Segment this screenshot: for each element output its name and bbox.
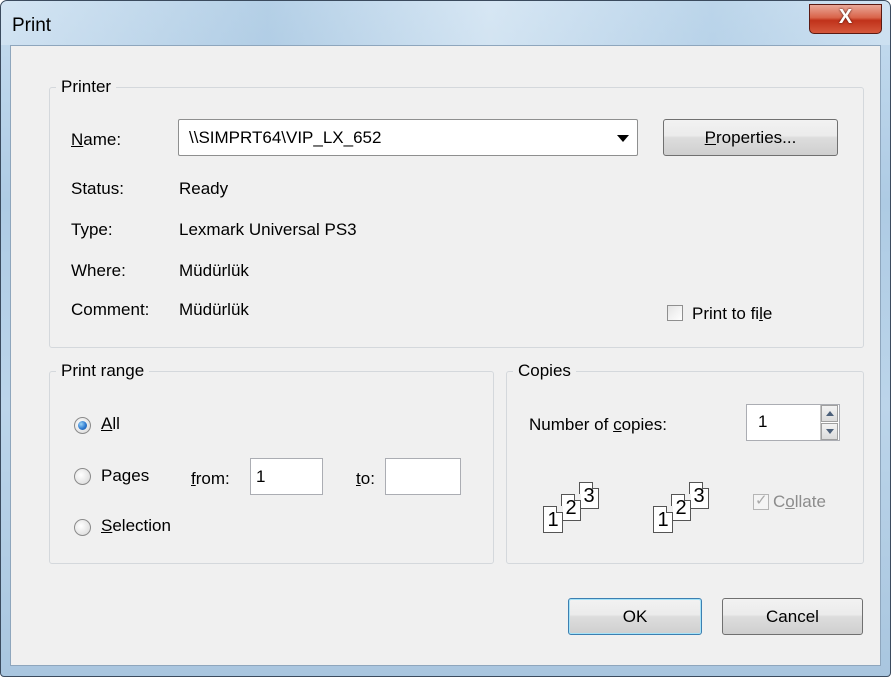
radio-selected-dot	[78, 421, 87, 430]
to-page-input[interactable]	[385, 458, 461, 495]
pages-radio-label[interactable]: Pages	[101, 466, 149, 486]
window-title: Print	[12, 15, 52, 36]
page-1-icon: 1	[653, 506, 673, 533]
from-page-input[interactable]: 1	[250, 458, 323, 495]
where-value: Müdürlük	[179, 261, 249, 280]
print-range-group-label: Print range	[56, 361, 150, 381]
ok-button[interactable]: OK	[568, 598, 702, 635]
selection-radio-label[interactable]: Selection	[101, 516, 171, 536]
status-value: Ready	[179, 179, 229, 198]
dialog-body: Printer Name: \\SIMPRT64\VIP_LX_652 Prop…	[10, 45, 881, 666]
arrow-up-icon	[826, 411, 834, 416]
page-3-icon: 3	[689, 482, 709, 509]
copies-spinner[interactable]: 1	[746, 404, 840, 441]
spin-down-button[interactable]	[821, 423, 838, 440]
spinner-buttons	[820, 405, 839, 440]
checkmark-icon: ✓	[755, 492, 768, 509]
collate-checkbox[interactable]: ✓	[753, 492, 769, 510]
selection-radio[interactable]	[74, 519, 91, 536]
ok-button-label: OK	[622, 607, 648, 626]
type-value: Lexmark Universal PS3	[179, 220, 357, 239]
properties-button-label: Properties...	[704, 128, 797, 147]
comment-value: Müdürlük	[179, 300, 249, 319]
to-label: to:	[356, 469, 375, 488]
page-2-icon: 2	[561, 494, 581, 521]
chevron-down-icon	[617, 135, 629, 142]
where-label: Where:	[71, 261, 126, 280]
arrow-down-icon	[826, 429, 834, 434]
printer-name-dropdown[interactable]: \\SIMPRT64\VIP_LX_652	[178, 119, 638, 156]
title-bar[interactable]: Print X	[1, 1, 890, 45]
from-label: from:	[191, 469, 230, 488]
spin-up-button[interactable]	[821, 405, 838, 422]
print-to-file-label[interactable]: Print to file	[692, 304, 772, 324]
properties-button[interactable]: Properties...	[663, 119, 838, 156]
status-label: Status:	[71, 179, 124, 198]
printer-name-label: Name:	[71, 130, 122, 149]
from-page-value: 1	[256, 467, 266, 486]
print-dialog-window: Print X Printer Name: \\SIMPRT64\VIP_LX_…	[0, 0, 891, 677]
collate-pages-icon: 3 2 1	[637, 468, 727, 543]
type-label: Type:	[71, 220, 113, 239]
page-3-icon: 3	[579, 482, 599, 509]
number-of-copies-label: Number of copies:	[529, 415, 667, 434]
printer-group-label: Printer	[56, 77, 117, 97]
close-button[interactable]: X	[809, 4, 882, 34]
print-to-file-checkbox[interactable]	[667, 305, 683, 321]
collate-pages-icon: 3 2 1	[527, 468, 617, 543]
collate-label[interactable]: Collate	[773, 492, 826, 512]
page-2-icon: 2	[671, 494, 691, 521]
printer-name-value: \\SIMPRT64\VIP_LX_652	[189, 128, 382, 147]
copies-group-label: Copies	[513, 361, 576, 381]
all-radio-label[interactable]: All	[101, 414, 120, 434]
cancel-button[interactable]: Cancel	[722, 598, 863, 635]
copies-value: 1	[758, 412, 768, 431]
close-icon: X	[838, 6, 853, 28]
comment-label: Comment:	[71, 300, 150, 319]
all-radio[interactable]	[74, 417, 91, 434]
pages-radio[interactable]	[74, 468, 91, 485]
page-1-icon: 1	[543, 506, 563, 533]
cancel-button-label: Cancel	[766, 607, 819, 626]
